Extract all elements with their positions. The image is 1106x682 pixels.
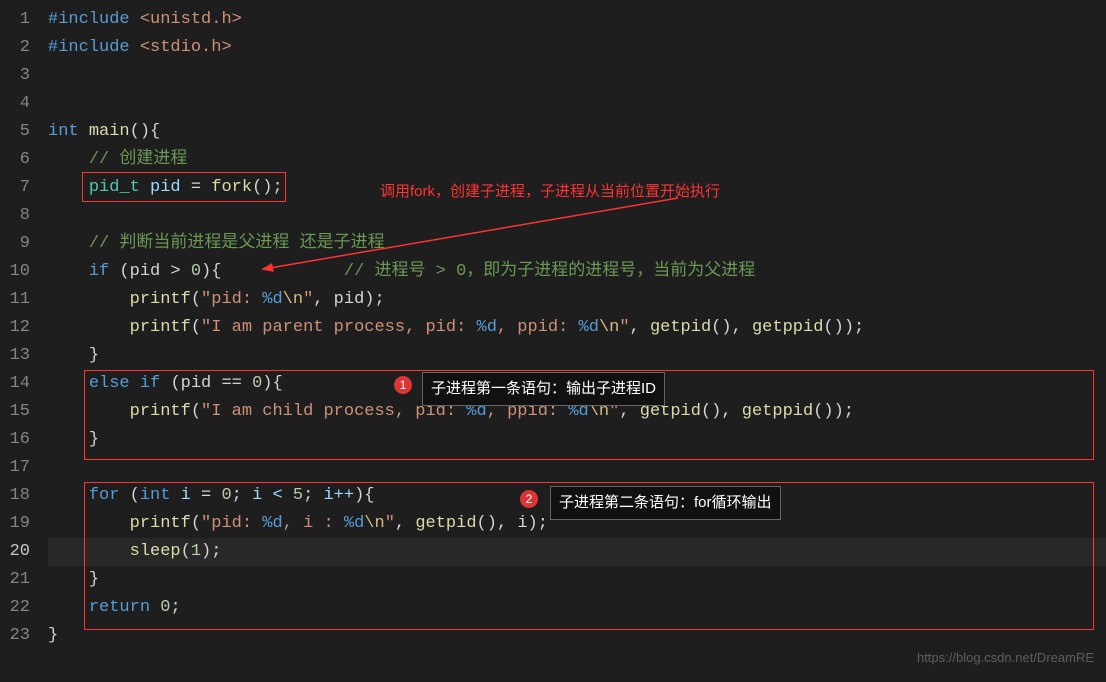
code-line-active: sleep(1); [48, 538, 1106, 566]
line-number: 4 [0, 90, 30, 118]
annotation-badge-2: 2 [520, 490, 538, 508]
annotation-badge-1: 1 [394, 376, 412, 394]
line-number: 1 [0, 6, 30, 34]
line-number: 10 [0, 258, 30, 286]
code-line: if (pid > 0){ // 进程号 > 0，即为子进程的进程号，当前为父进… [48, 258, 1106, 286]
annotation-callout-1: 子进程第一条语句：输出子进程ID [422, 372, 665, 406]
line-number: 6 [0, 146, 30, 174]
line-number: 11 [0, 286, 30, 314]
line-number: 15 [0, 398, 30, 426]
line-number: 9 [0, 230, 30, 258]
line-number: 23 [0, 622, 30, 650]
line-number: 18 [0, 482, 30, 510]
code-line [48, 62, 1106, 90]
code-line: // 创建进程 [48, 146, 1106, 174]
code-editor: 1 2 3 4 5 6 7 8 9 10 11 12 13 14 15 16 1… [0, 0, 1106, 682]
annotation-callout-2: 子进程第二条语句：for循环输出 [550, 486, 781, 520]
line-number: 20 [0, 538, 30, 566]
code-content[interactable]: #include <unistd.h> #include <stdio.h> i… [48, 0, 1106, 682]
code-line: // 判断当前进程是父进程 还是子进程 [48, 230, 1106, 258]
code-line: printf("pid: %d\n", pid); [48, 286, 1106, 314]
code-line: printf("I am parent process, pid: %d, pp… [48, 314, 1106, 342]
code-line [48, 454, 1106, 482]
line-number: 5 [0, 118, 30, 146]
code-line [48, 202, 1106, 230]
line-number: 16 [0, 426, 30, 454]
line-number: 13 [0, 342, 30, 370]
line-number: 8 [0, 202, 30, 230]
line-number: 17 [0, 454, 30, 482]
line-number: 14 [0, 370, 30, 398]
code-line: return 0; [48, 594, 1106, 622]
watermark: https://blog.csdn.net/DreamRE [917, 644, 1094, 672]
code-line: } [48, 342, 1106, 370]
line-number: 21 [0, 566, 30, 594]
line-number: 19 [0, 510, 30, 538]
line-number: 22 [0, 594, 30, 622]
line-number: 3 [0, 62, 30, 90]
line-gutter: 1 2 3 4 5 6 7 8 9 10 11 12 13 14 15 16 1… [0, 0, 48, 682]
code-line: } [48, 426, 1106, 454]
code-line: int main(){ [48, 118, 1106, 146]
code-line: } [48, 566, 1106, 594]
line-number: 2 [0, 34, 30, 62]
line-number: 12 [0, 314, 30, 342]
code-line: #include <unistd.h> [48, 6, 1106, 34]
code-line: #include <stdio.h> [48, 34, 1106, 62]
code-line [48, 90, 1106, 118]
line-number: 7 [0, 174, 30, 202]
code-line: pid_t pid = fork(); [48, 174, 1106, 202]
